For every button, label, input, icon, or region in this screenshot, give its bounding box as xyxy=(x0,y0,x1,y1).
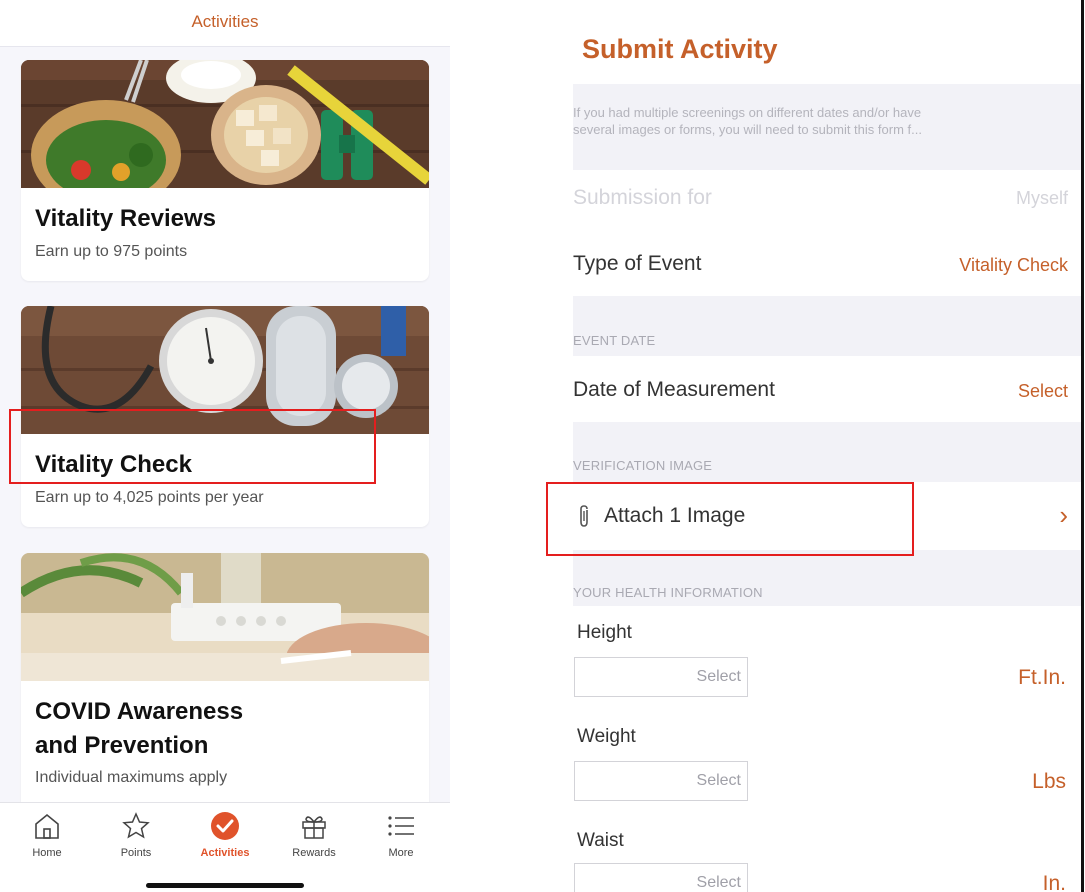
height-label: Height xyxy=(577,622,632,643)
tab-points[interactable]: Points xyxy=(96,811,176,859)
submit-activity-screen: Submit Activity If you had multiple scre… xyxy=(546,0,1082,892)
submission-for-row: Submission for Myself xyxy=(573,170,1082,230)
card-subtitle: Earn up to 975 points xyxy=(35,243,188,260)
activity-card-vitality-reviews[interactable]: Vitality Reviews Earn up to 975 points xyxy=(21,60,429,281)
bottom-tab-bar: Home Points Activities Rewards More xyxy=(0,802,450,892)
note-line: If you had multiple screenings on differ… xyxy=(573,105,922,120)
waist-label: Waist xyxy=(577,830,624,851)
page-title: Submit Activity xyxy=(582,34,778,64)
date-select-link[interactable]: Select xyxy=(1018,381,1068,402)
weight-placeholder: Select xyxy=(696,772,741,789)
tab-label: More xyxy=(388,847,414,859)
date-of-measurement-label: Date of Measurement xyxy=(573,378,775,401)
check-circle-icon xyxy=(210,811,240,841)
gift-icon xyxy=(299,811,329,841)
tab-label: Activities xyxy=(200,847,250,859)
submission-for-label: Submission for xyxy=(573,186,712,209)
submission-note: If you had multiple screenings on differ… xyxy=(573,104,922,138)
home-indicator xyxy=(146,883,304,888)
height-input[interactable]: Select xyxy=(574,657,748,697)
waist-placeholder: Select xyxy=(696,874,741,891)
weight-input[interactable]: Select xyxy=(574,761,748,801)
date-of-measurement-row[interactable]: Date of Measurement Select xyxy=(573,356,1082,422)
weight-unit: Lbs xyxy=(1032,770,1066,793)
submission-for-value: Myself xyxy=(1015,188,1068,208)
page-title: Activities xyxy=(191,12,259,31)
healthy-food-image xyxy=(21,60,429,188)
chevron-right-icon: › xyxy=(1059,500,1068,530)
card-title-line1: COVID Awareness xyxy=(35,698,244,725)
waist-unit: In. xyxy=(1042,872,1066,892)
section-header-verification: VERIFICATION IMAGE xyxy=(573,458,713,473)
card-subtitle: Earn up to 4,025 points per year xyxy=(35,489,264,506)
tab-rewards[interactable]: Rewards xyxy=(274,811,354,859)
card-subtitle: Individual maximums apply xyxy=(35,769,228,786)
weight-label: Weight xyxy=(577,726,636,747)
highlight-box xyxy=(9,409,376,484)
type-of-event-row[interactable]: Type of Event Vitality Check xyxy=(573,230,1082,296)
section-header-event-date: EVENT DATE xyxy=(573,333,656,348)
activity-card-covid[interactable]: COVID Awareness and Prevention Individua… xyxy=(21,553,429,813)
section-header-health: YOUR HEALTH INFORMATION xyxy=(573,585,763,600)
tab-home[interactable]: Home xyxy=(7,811,87,859)
covid-test-image xyxy=(21,553,429,681)
height-placeholder: Select xyxy=(696,668,741,685)
tab-label: Home xyxy=(32,847,62,859)
tab-label: Points xyxy=(120,847,152,859)
tab-activities[interactable]: Activities xyxy=(185,811,265,859)
menu-list-icon xyxy=(386,811,416,841)
card-title-line2: and Prevention xyxy=(35,732,209,759)
tab-more[interactable]: More xyxy=(361,811,441,859)
activities-header: Activities xyxy=(0,0,450,47)
waist-input[interactable]: Select xyxy=(574,863,748,892)
card-title: Vitality Reviews xyxy=(35,205,216,232)
height-unit: Ft.In. xyxy=(1018,666,1066,689)
home-icon xyxy=(32,811,62,841)
star-icon xyxy=(121,811,151,841)
type-of-event-value: Vitality Check xyxy=(959,255,1068,275)
tab-label: Rewards xyxy=(292,847,336,859)
type-of-event-label: Type of Event xyxy=(573,252,702,275)
note-line: several images or forms, you will need t… xyxy=(573,122,922,137)
highlight-box xyxy=(546,482,914,556)
section-band xyxy=(573,422,1082,482)
screen-edge xyxy=(1081,0,1084,892)
